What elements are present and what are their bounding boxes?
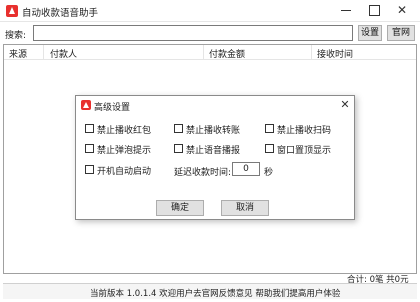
- checkbox-label: 禁止弹泡提示: [97, 146, 152, 156]
- column-divider: [43, 45, 44, 60]
- checkbox-block-transfer[interactable]: 禁止播收转账: [174, 123, 254, 136]
- watermark-logo: [358, 282, 418, 300]
- checkbox-auto-start[interactable]: 开机自动启动: [85, 164, 165, 177]
- app-logo-icon: [81, 100, 91, 110]
- checkbox-label: 禁止语音播报: [186, 146, 241, 156]
- status-bar: 当前版本 1.0.1.4 欢迎用户去官网反馈意见 帮助我们提高用户体验: [3, 283, 417, 299]
- status-text: 当前版本 1.0.1.4 欢迎用户去官网反馈意见 帮助我们提高用户体验: [90, 289, 341, 299]
- column-header-source[interactable]: 来源: [9, 47, 27, 60]
- settings-button[interactable]: 设置: [358, 25, 382, 41]
- checkbox-label: 开机自动启动: [97, 167, 152, 177]
- checkbox-box[interactable]: [174, 144, 183, 153]
- delay-unit-label: 秒: [264, 168, 274, 178]
- window-title: 自动收款语音助手: [22, 8, 99, 19]
- checkbox-label: 禁止播收转账: [186, 126, 241, 136]
- checkbox-box[interactable]: [265, 124, 274, 133]
- search-input[interactable]: [33, 25, 353, 41]
- dialog-title: 高级设置: [94, 103, 131, 113]
- delay-seconds-input[interactable]: 0: [232, 162, 260, 176]
- app-logo-icon: [6, 5, 18, 17]
- checkbox-label: 禁止播收红包: [97, 126, 152, 136]
- checkbox-label: 禁止播收扫码: [277, 126, 332, 136]
- website-button[interactable]: 官网: [387, 25, 415, 41]
- checkbox-box[interactable]: [174, 124, 183, 133]
- list-header: 来源 付款人 付款金额 接收时间: [4, 45, 416, 60]
- title-bar: 自动收款语音助手 ✕: [0, 0, 420, 22]
- minimize-button[interactable]: [336, 2, 356, 18]
- checkbox-block-voice[interactable]: 禁止语音播报: [174, 143, 254, 156]
- column-header-payer[interactable]: 付款人: [50, 47, 77, 60]
- checkbox-box[interactable]: [85, 124, 94, 133]
- checkbox-box[interactable]: [265, 144, 274, 153]
- maximize-button[interactable]: [364, 2, 384, 18]
- column-header-time[interactable]: 接收时间: [317, 47, 353, 60]
- checkbox-box[interactable]: [85, 165, 94, 174]
- close-button[interactable]: ✕: [392, 2, 412, 18]
- checkbox-box[interactable]: [85, 144, 94, 153]
- delay-label: 延迟收款时间:: [174, 168, 232, 178]
- checkbox-block-red-packet[interactable]: 禁止播收红包: [85, 123, 165, 136]
- ok-button[interactable]: 确定: [156, 200, 204, 216]
- checkbox-label: 窗口置顶显示: [277, 146, 332, 156]
- column-header-amount[interactable]: 付款金额: [209, 47, 245, 60]
- checkbox-block-popup[interactable]: 禁止弹泡提示: [85, 143, 165, 156]
- advanced-settings-dialog: 高级设置 ✕ 禁止播收红包 禁止播收转账 禁止播收扫码 禁止弹泡提示 禁止语音播…: [75, 95, 355, 220]
- column-divider: [311, 45, 312, 60]
- checkbox-block-scan[interactable]: 禁止播收扫码: [265, 123, 345, 136]
- dialog-close-icon[interactable]: ✕: [338, 98, 352, 112]
- dialog-title-bar: 高级设置 ✕: [76, 96, 354, 114]
- search-label: 搜索:: [5, 31, 27, 41]
- cancel-button[interactable]: 取消: [221, 200, 269, 216]
- checkbox-always-on-top[interactable]: 窗口置顶显示: [265, 143, 345, 156]
- column-divider: [203, 45, 204, 60]
